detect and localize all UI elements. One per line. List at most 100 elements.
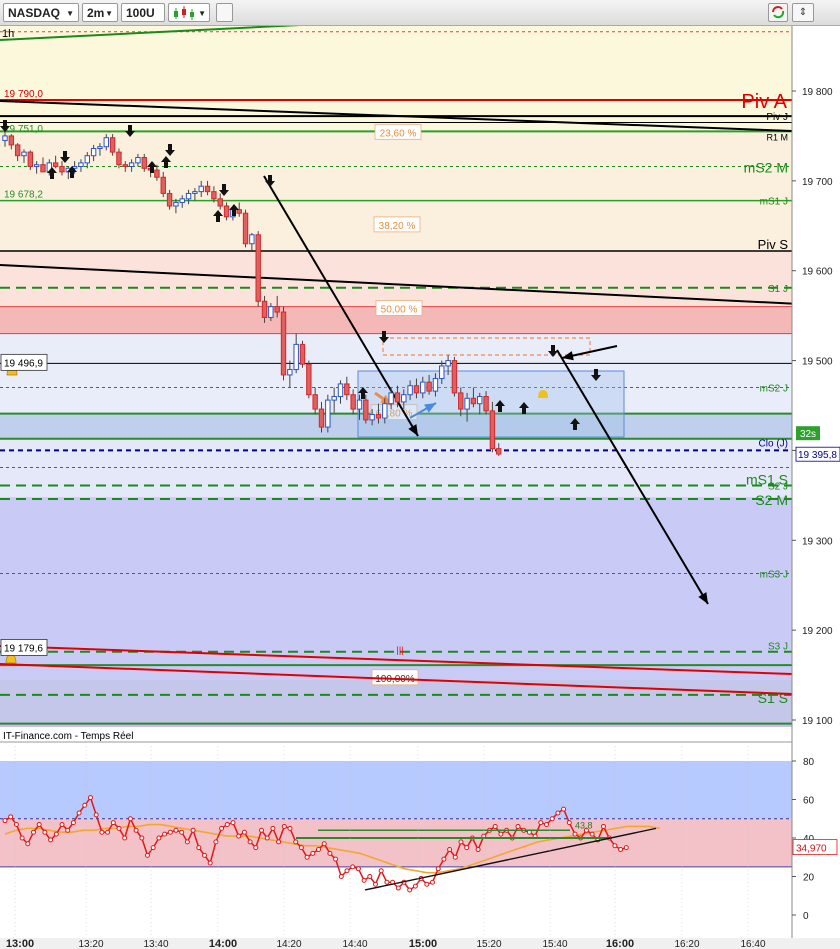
fib-label: 50,00 % — [381, 304, 418, 315]
rsi-point — [19, 835, 25, 841]
candle — [14, 144, 21, 157]
rsi-point — [458, 839, 464, 845]
candle — [40, 164, 46, 173]
bars-select[interactable]: 100U▼ — [121, 3, 165, 37]
candle — [236, 209, 242, 214]
chart-style-select[interactable]: ▼ — [168, 3, 210, 22]
candle — [369, 413, 375, 421]
rsi-point — [247, 839, 253, 845]
rsi-point — [515, 823, 521, 829]
rsi-point — [116, 825, 122, 831]
candle — [223, 205, 230, 218]
level-label: mS3 J — [760, 570, 788, 581]
rsi-point — [65, 827, 71, 833]
rsi-point — [48, 837, 54, 843]
bg-band — [0, 26, 792, 130]
rsi-point — [99, 829, 105, 835]
x-tick-label: 16:40 — [740, 939, 765, 949]
scroll-button[interactable]: ⇕ — [792, 3, 814, 22]
symbol-select[interactable]: NASDAQ ▼ — [3, 3, 79, 22]
x-tick-label: 15:00 — [409, 938, 437, 949]
rsi-value-label: 34,970 — [796, 844, 827, 855]
refresh-button[interactable] — [768, 3, 788, 22]
rsi-point — [344, 868, 350, 874]
chevron-down-icon: ▼ — [198, 9, 206, 18]
x-tick-label: 16:20 — [674, 939, 699, 949]
rsi-y-tick-label: 80 — [803, 757, 815, 768]
price-chart[interactable]: Piv APiv J R1 M mS2 M mS1 J Piv S S1 J mS2 J Cl… — [0, 26, 840, 949]
candle — [154, 169, 160, 178]
y-tick-label: 19 100 — [802, 716, 833, 727]
timeframe-select[interactable]: 2m ▼ — [82, 3, 118, 22]
rsi-point — [173, 827, 179, 833]
candle — [496, 448, 502, 455]
scroll-arrows-icon: ⇕ — [798, 7, 808, 18]
candle — [451, 360, 458, 394]
candle — [217, 198, 223, 207]
options-button[interactable] — [216, 3, 233, 22]
rsi-point — [270, 825, 276, 831]
candle — [439, 365, 445, 380]
interval-label: 1h — [2, 28, 14, 40]
rsi-point — [133, 827, 139, 833]
candle — [211, 191, 217, 200]
rsi-point — [310, 850, 316, 856]
candle — [179, 198, 185, 203]
candle — [59, 165, 65, 173]
x-tick-label: 14:20 — [276, 939, 301, 949]
rsi-point — [304, 854, 310, 860]
candle — [109, 137, 116, 153]
rsi-point — [105, 829, 111, 835]
rsi-point — [139, 835, 145, 841]
rsi-y-tick-label: 20 — [803, 873, 815, 884]
rsi-point — [464, 845, 470, 851]
candle — [97, 146, 103, 150]
rsi-point — [355, 866, 361, 872]
candle — [78, 162, 84, 167]
rsi-point — [555, 810, 561, 816]
candle — [432, 378, 439, 392]
rsi-point — [447, 847, 453, 853]
rsi-point — [538, 820, 544, 826]
candle — [103, 137, 109, 148]
candle — [274, 306, 280, 313]
rsi-point — [412, 883, 418, 889]
x-tick-label: 14:00 — [209, 938, 237, 949]
candle — [445, 360, 451, 367]
rsi-point — [241, 829, 247, 835]
candle — [173, 201, 179, 207]
price-level-label: 19 751,0 — [4, 124, 43, 135]
level-label: Piv J — [766, 112, 788, 123]
rsi-point — [623, 845, 629, 851]
x-tick-label: 13:20 — [78, 939, 103, 949]
rsi-point — [31, 829, 36, 835]
candle — [185, 192, 192, 200]
rsi-point — [70, 820, 76, 826]
candle — [249, 234, 255, 245]
x-tick-label: 13:00 — [6, 938, 34, 949]
rsi-point — [36, 822, 42, 828]
rsi-point — [287, 825, 293, 831]
y-tick-label: 19 300 — [802, 536, 833, 547]
candle — [375, 413, 382, 419]
candle — [483, 396, 489, 412]
candle — [141, 156, 147, 169]
candle — [21, 151, 27, 157]
candle — [204, 185, 211, 193]
level-label: Piv A — [741, 91, 787, 113]
rsi-point — [196, 845, 202, 851]
candle — [2, 135, 8, 141]
candle — [413, 385, 420, 394]
candle — [90, 148, 97, 157]
rsi-point — [219, 825, 225, 831]
rsi-point — [333, 856, 339, 862]
candle — [122, 164, 128, 167]
rsi-point — [549, 816, 555, 822]
rsi-point — [162, 831, 168, 837]
rsi-point — [110, 820, 116, 826]
level-label: S1 J — [768, 284, 788, 295]
rsi-point — [202, 852, 207, 858]
candle — [198, 185, 204, 193]
candle — [135, 156, 141, 164]
bg-band — [0, 129, 792, 251]
